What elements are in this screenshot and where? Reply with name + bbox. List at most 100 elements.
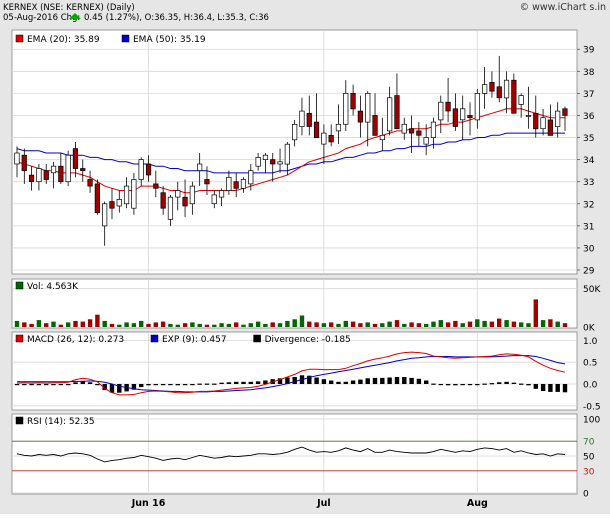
divergence-bar [160, 384, 166, 386]
legend-label: Divergence: -0.185 [265, 335, 351, 345]
divergence-bar [314, 377, 319, 384]
candle-body [533, 112, 539, 130]
volume-bar [519, 322, 524, 327]
volume-bar [453, 320, 458, 327]
volume-bar [182, 323, 188, 327]
candle-body [233, 181, 239, 189]
candle-body [489, 82, 495, 92]
divergence-bar [234, 381, 239, 384]
volume-bar [51, 321, 56, 327]
volume-bar [168, 323, 173, 327]
price-tick-label: 33 [583, 178, 594, 188]
volume-bar [314, 322, 319, 327]
price-tick-label: 35 [583, 134, 594, 144]
volume-bar [445, 322, 451, 327]
volume-bar [219, 323, 224, 327]
candle-body [43, 170, 49, 180]
volume-bar [109, 323, 115, 327]
divergence-bar [519, 383, 524, 385]
divergence-bar [36, 384, 42, 386]
divergence-bar [168, 384, 173, 386]
volume-bar [153, 322, 158, 327]
stock-chart: KERNEX (NSE: KERNEX) (Daily) 05-Aug-2016… [0, 0, 610, 514]
volume-bar [402, 323, 407, 327]
divergence-bar [424, 380, 429, 384]
candle-body [496, 86, 502, 99]
volume-bar [467, 321, 473, 327]
candle-body [28, 174, 35, 183]
divergence-bar [548, 384, 553, 392]
candle-body [204, 179, 210, 185]
volume-bar [270, 322, 275, 327]
volume-bar [431, 321, 436, 327]
candle-body [430, 121, 437, 138]
x-axis-label: Aug [467, 498, 488, 509]
volume-bar [292, 319, 297, 327]
price-tick-label: 39 [583, 46, 595, 56]
candle-body [175, 190, 181, 198]
legend-label: EMA (20): 35.89 [27, 35, 100, 45]
candle-body [482, 84, 488, 94]
divergence-bar [467, 384, 473, 386]
legend-swatch [15, 34, 24, 43]
rsi-tick-label: 30 [583, 467, 595, 477]
price-tick-label: 36 [583, 112, 595, 122]
divergence-bar [365, 378, 370, 384]
candle-body [313, 121, 320, 138]
chart-header-summary-prefix: 05-Aug-2016 Chg: [3, 13, 80, 23]
volume-bar [548, 319, 553, 327]
volume-bar [124, 322, 129, 327]
candle-body [182, 196, 188, 207]
divergence-bar [139, 384, 144, 388]
candle-body [189, 185, 195, 205]
price-tick-label: 38 [583, 68, 595, 78]
candle-body [416, 130, 422, 136]
volume-bar [299, 315, 305, 327]
candle-body [94, 183, 100, 213]
divergence-bar [409, 377, 414, 384]
candle-body [284, 143, 290, 165]
volume-bar [80, 321, 85, 327]
candle-body [160, 192, 166, 209]
divergence-bar [475, 384, 480, 386]
candle-body [372, 115, 378, 136]
candle-body [365, 93, 371, 123]
candle-body [58, 165, 64, 183]
volume-bar [212, 324, 217, 327]
volume-bar [241, 324, 246, 327]
divergence-bar [533, 384, 538, 389]
chart-root: KERNEX (NSE: KERNEX) (Daily) 05-Aug-2016… [0, 0, 610, 514]
candle-body [255, 157, 261, 167]
volume-bar [394, 320, 400, 327]
macd-tick-label: 0.5 [583, 359, 597, 369]
legend-label: Vol: 4.563K [27, 282, 79, 292]
volume-tick-label: 0K [583, 324, 596, 334]
volume-bar [329, 322, 334, 327]
divergence-bar [329, 380, 334, 384]
divergence-bar [146, 384, 151, 386]
candle-body [153, 183, 159, 189]
volume-bar [438, 320, 443, 327]
candle-body [547, 119, 553, 136]
candle-body [21, 154, 27, 172]
x-axis-label: Jun 16 [131, 498, 166, 509]
divergence-bar [22, 384, 27, 386]
volume-bar [190, 322, 195, 327]
divergence-bar [44, 384, 49, 386]
candle-body [335, 123, 342, 132]
volume-bar [204, 324, 210, 327]
divergence-bar [197, 383, 202, 385]
volume-bar [562, 323, 568, 327]
candle-body [350, 93, 356, 110]
candle-body [379, 134, 385, 141]
legend-label: RSI (14): 52.35 [27, 417, 95, 427]
divergence-bar [51, 384, 56, 386]
divergence-bar [489, 383, 495, 385]
legend-label: MACD (26, 12): 0.273 [27, 335, 124, 345]
volume-bar [36, 320, 42, 327]
divergence-bar [95, 384, 100, 386]
divergence-bar [219, 382, 224, 384]
divergence-bar [562, 384, 568, 393]
divergence-bar [66, 384, 71, 386]
divergence-bar [58, 384, 63, 386]
